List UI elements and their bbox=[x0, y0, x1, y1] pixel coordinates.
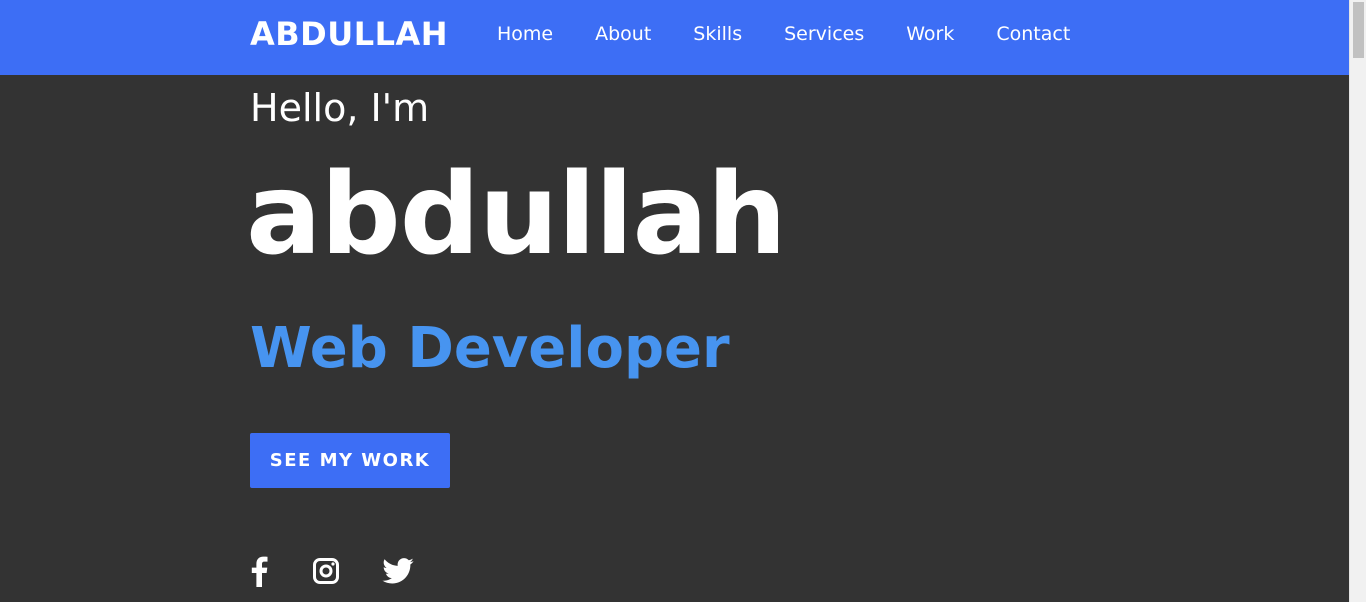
nav-item-contact: Contact bbox=[996, 23, 1070, 45]
nav-link-work[interactable]: Work bbox=[906, 23, 954, 45]
social-links bbox=[250, 555, 414, 587]
nav-item-services: Services bbox=[784, 23, 864, 45]
nav-link-skills[interactable]: Skills bbox=[693, 23, 742, 45]
twitter-link[interactable] bbox=[382, 558, 414, 584]
see-my-work-button[interactable]: SEE MY WORK bbox=[250, 433, 450, 488]
brand-logo[interactable]: ABDULLAH bbox=[250, 15, 448, 53]
facebook-icon bbox=[251, 556, 268, 587]
top-navbar: ABDULLAH Home About Skills Services Work… bbox=[0, 0, 1349, 75]
nav-item-home: Home bbox=[497, 23, 553, 45]
nav-link-contact[interactable]: Contact bbox=[996, 23, 1070, 45]
instagram-icon bbox=[313, 558, 339, 584]
hero-greeting: Hello, I'm bbox=[250, 86, 430, 130]
nav-link-services[interactable]: Services bbox=[784, 23, 864, 45]
twitter-icon bbox=[382, 558, 414, 584]
scrollbar-thumb[interactable] bbox=[1353, 2, 1364, 58]
vertical-scrollbar[interactable] bbox=[1349, 0, 1366, 602]
page: ABDULLAH Home About Skills Services Work… bbox=[0, 0, 1366, 602]
nav-menu: Home About Skills Services Work Contact bbox=[497, 23, 1070, 45]
hero-name: abdullah bbox=[246, 150, 787, 280]
hero-role: Web Developer bbox=[250, 316, 730, 381]
nav-item-skills: Skills bbox=[693, 23, 742, 45]
instagram-link[interactable] bbox=[312, 557, 340, 585]
facebook-link[interactable] bbox=[250, 555, 268, 587]
nav-link-home[interactable]: Home bbox=[497, 23, 553, 45]
nav-item-work: Work bbox=[906, 23, 954, 45]
nav-item-about: About bbox=[595, 23, 651, 45]
nav-link-about[interactable]: About bbox=[595, 23, 651, 45]
